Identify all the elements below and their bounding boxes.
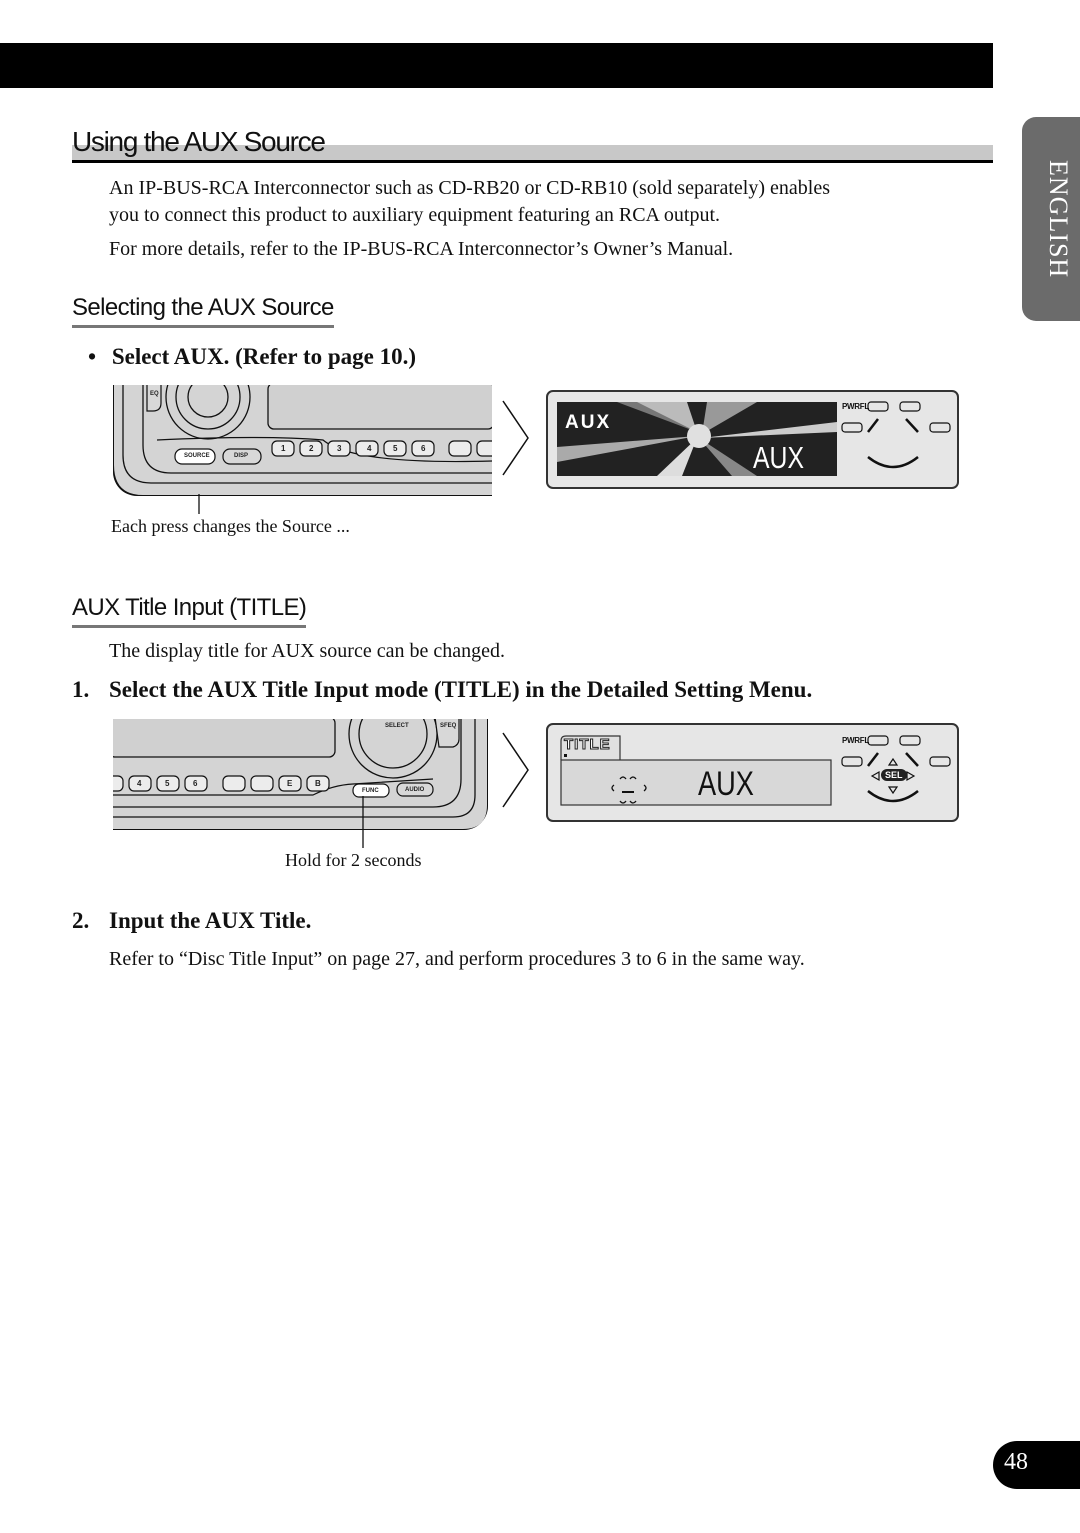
select-button: SELECT (385, 723, 409, 729)
lcd-graphic: AUX AUX (557, 402, 837, 476)
step-1-number: 1. (72, 677, 90, 702)
step-2-description: Refer to “Disc Title Input” on page 27, … (109, 948, 805, 970)
head-unit-drawing (113, 385, 492, 496)
preset-button-5: 5 (393, 444, 398, 453)
preset-button-4: 4 (137, 779, 142, 788)
aux-title-description: The display title for AUX source can be … (109, 640, 505, 662)
lcd-display-aux: AUX AUX PWRFL (546, 390, 959, 489)
source-button: SOURCE (184, 453, 210, 459)
e-button: E (287, 779, 293, 788)
page-number: 48 (1004, 1449, 1028, 1475)
step-2-number: 2. (72, 908, 90, 933)
bullet: • (88, 344, 97, 369)
step-2: 2. Input the AUX Title. (72, 908, 311, 934)
lcd-large-source-text: AUX (753, 440, 804, 475)
sel-button: SEL (881, 769, 907, 781)
caption-each-press: Each press changes the Source ... (111, 516, 350, 536)
step-2-text: Input the AUX Title. (109, 908, 312, 933)
b-button: B (315, 779, 321, 788)
page-number-badge: 48 (993, 1441, 1080, 1489)
step-1: 1. Select the AUX Title Input mode (TITLE… (72, 677, 812, 703)
callout-line-source (198, 494, 200, 514)
preset-button-6: 6 (193, 779, 198, 788)
preset-button-2: 2 (309, 444, 314, 453)
head-unit-illustration-1: EQ SOURCE DISP 1 2 3 4 5 6 (113, 385, 492, 496)
sfeq-button: SFEQ (440, 723, 457, 729)
intro-line-2: you to connect this product to auxiliary… (109, 204, 720, 226)
preset-button-6: 6 (421, 444, 426, 453)
step-1-text: Select the AUX Title Input mode (TITLE) … (109, 677, 813, 702)
caption-hold: Hold for 2 seconds (285, 850, 422, 870)
heading-rule (72, 160, 993, 163)
eq-button: EQ (150, 391, 159, 397)
disp-button: DISP (234, 453, 249, 459)
language-tab-label: ENGLISH (1044, 160, 1073, 279)
page-title: Using the AUX Source (72, 126, 326, 157)
select-aux-step-text: Select AUX. (Refer to page 10.) (111, 344, 417, 369)
select-aux-step: • Select AUX. (Refer to page 10.) (88, 344, 416, 370)
preset-button-1: 1 (281, 444, 286, 453)
section-heading-select-aux: Selecting the AUX Source (72, 294, 334, 328)
intro-line-3: For more details, refer to the IP-BUS-RC… (109, 238, 734, 260)
callout-line-func (362, 796, 364, 848)
head-unit-drawing-2 (113, 719, 488, 830)
preset-button-5: 5 (165, 779, 170, 788)
page-heading: Using the AUX Source (72, 126, 993, 166)
audio-button: AUDIO (405, 787, 425, 793)
header-bar (0, 43, 993, 88)
preset-button-4: 4 (367, 444, 372, 453)
preset-button-3: 3 (337, 444, 342, 453)
lcd-display-title: TITLE AUX PWRFL SEL (546, 723, 959, 822)
func-button: FUNC (362, 788, 379, 794)
arrow-right-icon (502, 732, 529, 808)
section-heading-aux-title: AUX Title Input (TITLE) (72, 594, 307, 628)
head-unit-illustration-2: SELECT SFEQ FUNC AUDIO 4 5 6 E B (113, 719, 488, 830)
intro-line-1: An IP-BUS-RCA Interconnector such as CD-… (109, 177, 830, 199)
lcd-title-main-text: AUX (698, 765, 754, 803)
lcd-title-tab: TITLE (564, 736, 611, 754)
arrow-right-icon (502, 400, 529, 476)
control-cluster-icon (841, 401, 951, 469)
lcd-small-source-text: AUX (565, 412, 612, 433)
